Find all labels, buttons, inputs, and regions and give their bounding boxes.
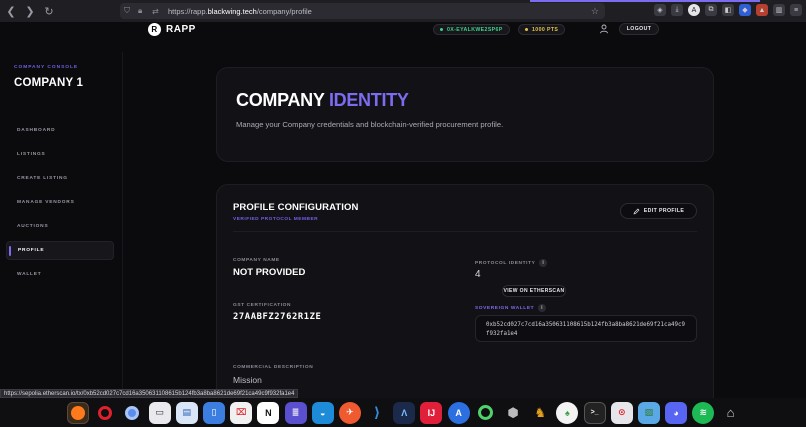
page-loading-bar bbox=[530, 0, 760, 2]
logo-text: RAPP bbox=[166, 24, 196, 35]
commercial-description-value: Mission bbox=[233, 375, 262, 385]
postman-icon[interactable]: ✈ bbox=[338, 401, 361, 424]
gst-certification-value: 27AABFZ2762R1ZE bbox=[233, 312, 322, 322]
permissions-icon[interactable]: ⇄ bbox=[152, 7, 162, 16]
info-icon[interactable]: i bbox=[539, 259, 548, 267]
sidebar-company-name: COMPANY 1 bbox=[14, 77, 84, 89]
section-divider bbox=[233, 231, 697, 232]
download-icon[interactable]: ⤓ bbox=[671, 4, 683, 16]
spotify-icon[interactable]: ≋ bbox=[692, 401, 715, 424]
firefox-icon[interactable] bbox=[67, 401, 89, 424]
edit-profile-button[interactable]: EDIT PROFILE bbox=[620, 203, 697, 219]
sidebar-item-profile[interactable]: PROFILE bbox=[6, 241, 114, 260]
console-label: COMPANY CONSOLE bbox=[14, 65, 79, 70]
page-description: Manage your Company credentials and bloc… bbox=[236, 120, 504, 129]
discord-icon[interactable]: ◕ bbox=[665, 401, 688, 424]
url-text: https://rapp.blackwing.tech/company/prof… bbox=[168, 6, 312, 16]
extension-icon[interactable]: ◧ bbox=[722, 4, 734, 16]
reload-icon[interactable]: ↻ bbox=[41, 3, 57, 19]
vscode-icon[interactable]: ⟩ bbox=[366, 402, 388, 424]
verified-member-badge: VERIFIED PROTOCOL MEMBER bbox=[233, 217, 319, 222]
logout-button[interactable]: LOGOUT bbox=[619, 23, 659, 35]
camel-app-icon[interactable]: ♞ bbox=[529, 402, 551, 424]
gst-certification-label: GST CERTIFICATION bbox=[233, 303, 292, 308]
refresh-app-icon[interactable] bbox=[475, 402, 497, 424]
opera-icon[interactable] bbox=[94, 402, 116, 424]
document-icon[interactable]: ▯ bbox=[202, 401, 225, 424]
notion-icon[interactable]: N bbox=[257, 401, 280, 424]
address-bar[interactable]: ⛉ 🔒︎ ⇄ https://rapp.blackwing.tech/compa… bbox=[120, 3, 605, 19]
sidebar-item-dashboard[interactable]: DASHBOARD bbox=[6, 121, 114, 140]
android-studio-icon[interactable]: A bbox=[447, 401, 470, 424]
bookmark-star-icon[interactable]: ☆ bbox=[591, 6, 599, 17]
wallet-info-icon[interactable]: i bbox=[538, 304, 547, 312]
wallet-address-text: 0X-EYALKWE2SP6P bbox=[447, 26, 503, 33]
sidebar-item-listings[interactable]: LISTINGS bbox=[6, 145, 114, 164]
user-icon[interactable] bbox=[599, 24, 609, 34]
pencil-icon bbox=[633, 208, 640, 214]
sovereign-wallet-label: SOVEREIGN WALLET i bbox=[475, 304, 547, 312]
profile-section-title: PROFILE CONFIGURATION bbox=[233, 202, 359, 213]
toggle-app-icon[interactable]: ⊙ bbox=[610, 401, 633, 424]
edit-profile-label: EDIT PROFILE bbox=[643, 208, 685, 214]
protocol-identity-value: 4 bbox=[475, 269, 481, 280]
view-on-etherscan-button[interactable]: VIEW ON ETHERSCAN bbox=[502, 285, 566, 297]
status-link-preview: https://sepolia.etherscan.io/tx/0xb52cd0… bbox=[0, 389, 299, 398]
shield-icon: ⛉ bbox=[124, 6, 130, 15]
forward-icon[interactable]: ❯ bbox=[22, 3, 38, 19]
file-manager-icon[interactable]: ▤ bbox=[175, 401, 198, 424]
terminal-icon[interactable]: >_ bbox=[583, 401, 606, 424]
app-header bbox=[0, 22, 806, 52]
extension-blue-icon[interactable]: ◆ bbox=[739, 4, 751, 16]
company-name-label: COMPANY NAME bbox=[233, 258, 280, 263]
lock-icon: 🔒︎ bbox=[138, 6, 143, 15]
identity-hero-card bbox=[216, 67, 714, 162]
text-editor-icon[interactable]: ≣ bbox=[284, 401, 307, 424]
pdf-viewer-icon[interactable]: ⌧ bbox=[230, 401, 253, 424]
package-icon[interactable]: ⬢ bbox=[502, 402, 524, 424]
commercial-description-label: COMMERCIAL DESCRIPTION bbox=[233, 365, 314, 370]
sidebar-item-auctions[interactable]: AUCTIONS bbox=[6, 217, 114, 236]
rapp-logo[interactable]: R RAPP bbox=[148, 23, 196, 36]
pocket-icon[interactable]: ◈ bbox=[654, 4, 666, 16]
protocol-identity-label: PROTOCOL IDENTITY i bbox=[475, 259, 548, 267]
logo-mark: R bbox=[148, 23, 161, 36]
extensions-icon[interactable]: ⧉ bbox=[705, 4, 717, 16]
menu-icon[interactable]: ≡ bbox=[790, 4, 802, 16]
docker-icon[interactable]: ◒ bbox=[311, 401, 334, 424]
trash-icon[interactable]: ⌂ bbox=[720, 402, 742, 424]
jetbrains-icon[interactable]: IJ bbox=[420, 401, 443, 424]
points-pill[interactable]: 1000 PTS bbox=[518, 24, 566, 35]
sidebar-icon[interactable]: ▥ bbox=[773, 4, 785, 16]
arduino-ide-icon[interactable]: Λ bbox=[393, 401, 416, 424]
fox-extension-icon[interactable]: ▲ bbox=[756, 4, 768, 16]
chromium-icon[interactable] bbox=[121, 402, 143, 424]
account-icon[interactable]: A bbox=[688, 4, 700, 16]
sidebar-item-manage-vendors[interactable]: MANAGE VENDORS bbox=[6, 193, 114, 212]
company-name-value: NOT PROVIDED bbox=[233, 267, 306, 278]
points-text: 1000 PTS bbox=[532, 26, 559, 33]
status-dot bbox=[440, 28, 443, 31]
points-dot bbox=[525, 28, 528, 31]
wallet-address-pill[interactable]: 0X-EYALKWE2SP6P bbox=[433, 24, 510, 35]
files-icon[interactable]: ▭ bbox=[148, 401, 171, 424]
wallet-address-field[interactable]: 0xb52cd027c7cd16a350631108615b124fb3a8ba… bbox=[475, 315, 697, 342]
back-icon[interactable]: ❮ bbox=[3, 3, 19, 19]
image-viewer-icon[interactable]: ▨ bbox=[637, 401, 660, 424]
sidebar-item-create-listing[interactable]: CREATE LISTING bbox=[6, 169, 114, 188]
mongodb-compass-icon[interactable]: ♠ bbox=[556, 401, 579, 424]
taskbar-dock: ▭ ▤ ▯ ⌧ N ≣ ◒ ✈ ⟩ Λ IJ A ⬢ ♞ ♠ >_ ⊙ ▨ ◕ … bbox=[0, 398, 806, 427]
sidebar-item-wallet[interactable]: WALLET bbox=[6, 265, 114, 284]
page-title: COMPANY IDENTITY bbox=[236, 90, 409, 110]
extensions-toolbar: ◈ ⤓ A ⧉ ◧ ◆ ▲ ▥ ≡ bbox=[654, 4, 802, 16]
